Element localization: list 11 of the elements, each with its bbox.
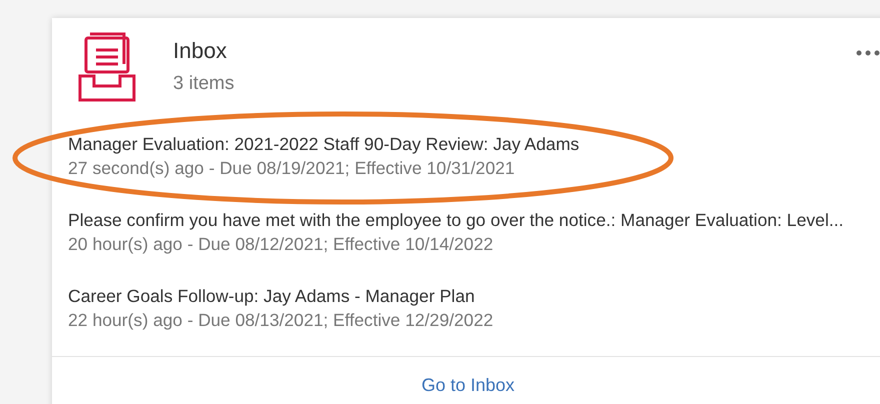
inbox-item-meta: 20 hour(s) ago - Due 08/12/2021; Effective 10/14/2022	[68, 234, 494, 254]
more-icon[interactable]	[856, 50, 880, 56]
item-count: 3 items	[173, 73, 234, 95]
go-to-inbox-link[interactable]: Go to Inbox	[421, 375, 515, 396]
inbox-item-title[interactable]: Manager Evaluation: 2021-2022 Staff 90-Day Review: Jay Adams	[68, 134, 880, 154]
inbox-tray-icon	[78, 32, 136, 104]
inbox-item-title[interactable]: Career Goals Follow-up: Jay Adams - Manager Plan	[68, 286, 880, 306]
inbox-item-meta: 22 hour(s) ago - Due 08/13/2021; Effective 12/29/2022	[68, 310, 494, 330]
inbox-item-meta: 27 second(s) ago - Due 08/19/2021; Effective 10/31/2021	[68, 158, 516, 178]
inbox-title: Inbox	[173, 38, 228, 64]
inbox-item-title[interactable]: Please confirm you have met with the employee to go over the notice.: Manager Evaluation: Level...	[68, 210, 880, 230]
